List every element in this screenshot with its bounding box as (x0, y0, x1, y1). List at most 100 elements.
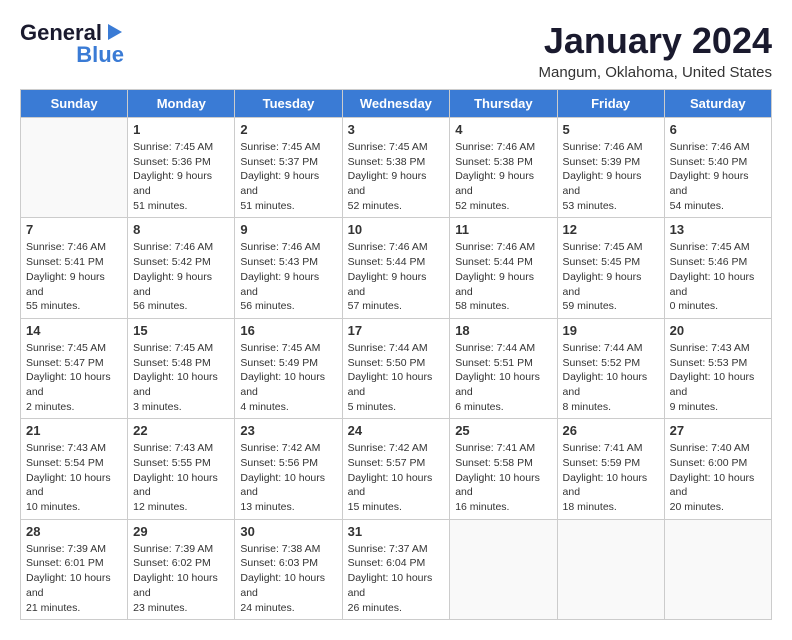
calendar-cell (450, 519, 557, 619)
calendar-cell: 14 Sunrise: 7:45 AMSunset: 5:47 PMDayligh… (21, 318, 128, 418)
day-number: 19 (563, 323, 659, 338)
calendar-cell: 9Sunrise: 7:46 AMSunset: 5:43 PMDaylight… (235, 218, 342, 318)
day-number: 27 (670, 423, 766, 438)
weekday-header-tuesday: Tuesday (235, 90, 342, 118)
day-number: 13 (670, 222, 766, 237)
calendar-cell: 28 Sunrise: 7:39 AMSunset: 6:01 PMDayligh… (21, 519, 128, 619)
calendar-cell: 19 Sunrise: 7:44 AMSunset: 5:52 PMDayligh… (557, 318, 664, 418)
calendar-cell: 21 Sunrise: 7:43 AMSunset: 5:54 PMDayligh… (21, 419, 128, 519)
day-number: 15 (133, 323, 229, 338)
day-number: 16 (240, 323, 336, 338)
day-number: 25 (455, 423, 551, 438)
calendar-cell: 5 Sunrise: 7:46 AMSunset: 5:39 PMDaylight… (557, 118, 664, 218)
weekday-header-saturday: Saturday (664, 90, 771, 118)
calendar-cell (664, 519, 771, 619)
logo-text: General Blue (20, 20, 124, 68)
day-number: 5 (563, 122, 659, 137)
day-info: Sunrise: 7:45 AMSunset: 5:37 PMDaylight:… (240, 140, 336, 213)
weekday-header-monday: Monday (128, 90, 235, 118)
calendar-cell: 1 Sunrise: 7:45 AMSunset: 5:36 PMDaylight… (128, 118, 235, 218)
day-info: Sunrise: 7:45 AMSunset: 5:36 PMDaylight:… (133, 140, 229, 213)
calendar-cell: 6 Sunrise: 7:46 AMSunset: 5:40 PMDaylight… (664, 118, 771, 218)
day-info: Sunrise: 7:45 AMSunset: 5:49 PMDaylight:… (240, 341, 336, 414)
day-number: 24 (348, 423, 445, 438)
weekday-header-wednesday: Wednesday (342, 90, 450, 118)
day-info: Sunrise: 7:45 AMSunset: 5:46 PMDaylight:… (670, 240, 766, 313)
month-title: January 2024 (124, 20, 772, 62)
day-number: 17 (348, 323, 445, 338)
calendar-cell: 11 Sunrise: 7:46 AMSunset: 5:44 PMDayligh… (450, 218, 557, 318)
day-info: Sunrise: 7:46 AMSunset: 5:44 PMDaylight:… (348, 240, 445, 313)
day-info: Sunrise: 7:45 AMSunset: 5:47 PMDaylight:… (26, 341, 122, 414)
day-number: 20 (670, 323, 766, 338)
calendar-cell: 10 Sunrise: 7:46 AMSunset: 5:44 PMDayligh… (342, 218, 450, 318)
day-number: 9 (240, 222, 336, 237)
calendar-cell: 20Sunrise: 7:43 AMSunset: 5:53 PMDayligh… (664, 318, 771, 418)
day-number: 29 (133, 524, 229, 539)
calendar-cell: 26 Sunrise: 7:41 AMSunset: 5:59 PMDayligh… (557, 419, 664, 519)
day-info: Sunrise: 7:46 AMSunset: 5:42 PMDaylight:… (133, 240, 229, 313)
calendar-cell: 12 Sunrise: 7:45 AMSunset: 5:45 PMDayligh… (557, 218, 664, 318)
day-info: Sunrise: 7:40 AMSunset: 6:00 PMDaylight:… (670, 441, 766, 514)
calendar-cell: 13 Sunrise: 7:45 AMSunset: 5:46 PMDayligh… (664, 218, 771, 318)
day-info: Sunrise: 7:45 AMSunset: 5:38 PMDaylight:… (348, 140, 445, 213)
calendar-cell: 15Sunrise: 7:45 AMSunset: 5:48 PMDayligh… (128, 318, 235, 418)
day-number: 23 (240, 423, 336, 438)
day-info: Sunrise: 7:45 AMSunset: 5:45 PMDaylight:… (563, 240, 659, 313)
day-number: 3 (348, 122, 445, 137)
calendar-cell (557, 519, 664, 619)
day-info: Sunrise: 7:46 AMSunset: 5:44 PMDaylight:… (455, 240, 551, 313)
day-number: 22 (133, 423, 229, 438)
day-number: 12 (563, 222, 659, 237)
day-number: 10 (348, 222, 445, 237)
calendar-cell (21, 118, 128, 218)
calendar-cell: 31 Sunrise: 7:37 AMSunset: 6:04 PMDayligh… (342, 519, 450, 619)
calendar-cell: 7 Sunrise: 7:46 AMSunset: 5:41 PMDaylight… (21, 218, 128, 318)
day-number: 31 (348, 524, 445, 539)
day-number: 26 (563, 423, 659, 438)
logo: General Blue (20, 20, 124, 68)
location: Mangum, Oklahoma, United States (124, 64, 772, 81)
calendar-cell: 16 Sunrise: 7:45 AMSunset: 5:49 PMDayligh… (235, 318, 342, 418)
weekday-header-sunday: Sunday (21, 90, 128, 118)
calendar-cell: 30 Sunrise: 7:38 AMSunset: 6:03 PMDayligh… (235, 519, 342, 619)
day-info: Sunrise: 7:43 AMSunset: 5:54 PMDaylight:… (26, 441, 122, 514)
day-number: 7 (26, 222, 122, 237)
day-info: Sunrise: 7:38 AMSunset: 6:03 PMDaylight:… (240, 542, 336, 615)
day-info: Sunrise: 7:43 AMSunset: 5:55 PMDaylight:… (133, 441, 229, 514)
calendar-cell: 27 Sunrise: 7:40 AMSunset: 6:00 PMDayligh… (664, 419, 771, 519)
day-info: Sunrise: 7:44 AMSunset: 5:52 PMDaylight:… (563, 341, 659, 414)
calendar-cell: 29Sunrise: 7:39 AMSunset: 6:02 PMDayligh… (128, 519, 235, 619)
day-info: Sunrise: 7:41 AMSunset: 5:58 PMDaylight:… (455, 441, 551, 514)
day-info: Sunrise: 7:42 AMSunset: 5:57 PMDaylight:… (348, 441, 445, 514)
day-number: 21 (26, 423, 122, 438)
day-number: 14 (26, 323, 122, 338)
day-info: Sunrise: 7:44 AMSunset: 5:50 PMDaylight:… (348, 341, 445, 414)
calendar-cell: 22 Sunrise: 7:43 AMSunset: 5:55 PMDayligh… (128, 419, 235, 519)
day-number: 1 (133, 122, 229, 137)
day-info: Sunrise: 7:44 AMSunset: 5:51 PMDaylight:… (455, 341, 551, 414)
weekday-header-friday: Friday (557, 90, 664, 118)
day-info: Sunrise: 7:41 AMSunset: 5:59 PMDaylight:… (563, 441, 659, 514)
calendar-cell: 24 Sunrise: 7:42 AMSunset: 5:57 PMDayligh… (342, 419, 450, 519)
calendar-cell: 3 Sunrise: 7:45 AMSunset: 5:38 PMDaylight… (342, 118, 450, 218)
day-info: Sunrise: 7:46 AMSunset: 5:40 PMDaylight:… (670, 140, 766, 213)
day-number: 30 (240, 524, 336, 539)
day-info: Sunrise: 7:42 AMSunset: 5:56 PMDaylight:… (240, 441, 336, 514)
day-number: 11 (455, 222, 551, 237)
calendar-cell: 18 Sunrise: 7:44 AMSunset: 5:51 PMDayligh… (450, 318, 557, 418)
calendar-cell: 17 Sunrise: 7:44 AMSunset: 5:50 PMDayligh… (342, 318, 450, 418)
weekday-header-thursday: Thursday (450, 90, 557, 118)
day-info: Sunrise: 7:39 AMSunset: 6:01 PMDaylight:… (26, 542, 122, 615)
day-number: 18 (455, 323, 551, 338)
day-info: Sunrise: 7:46 AMSunset: 5:39 PMDaylight:… (563, 140, 659, 213)
day-info: Sunrise: 7:46 AMSunset: 5:41 PMDaylight:… (26, 240, 122, 313)
page-header: General Blue January 2024 Mangum, Oklaho… (20, 20, 772, 81)
day-number: 6 (670, 122, 766, 137)
logo-arrow-icon (104, 22, 124, 42)
calendar-cell: 2Sunrise: 7:45 AMSunset: 5:37 PMDaylight… (235, 118, 342, 218)
day-number: 8 (133, 222, 229, 237)
day-number: 28 (26, 524, 122, 539)
day-info: Sunrise: 7:37 AMSunset: 6:04 PMDaylight:… (348, 542, 445, 615)
calendar-cell: 23 Sunrise: 7:42 AMSunset: 5:56 PMDayligh… (235, 419, 342, 519)
